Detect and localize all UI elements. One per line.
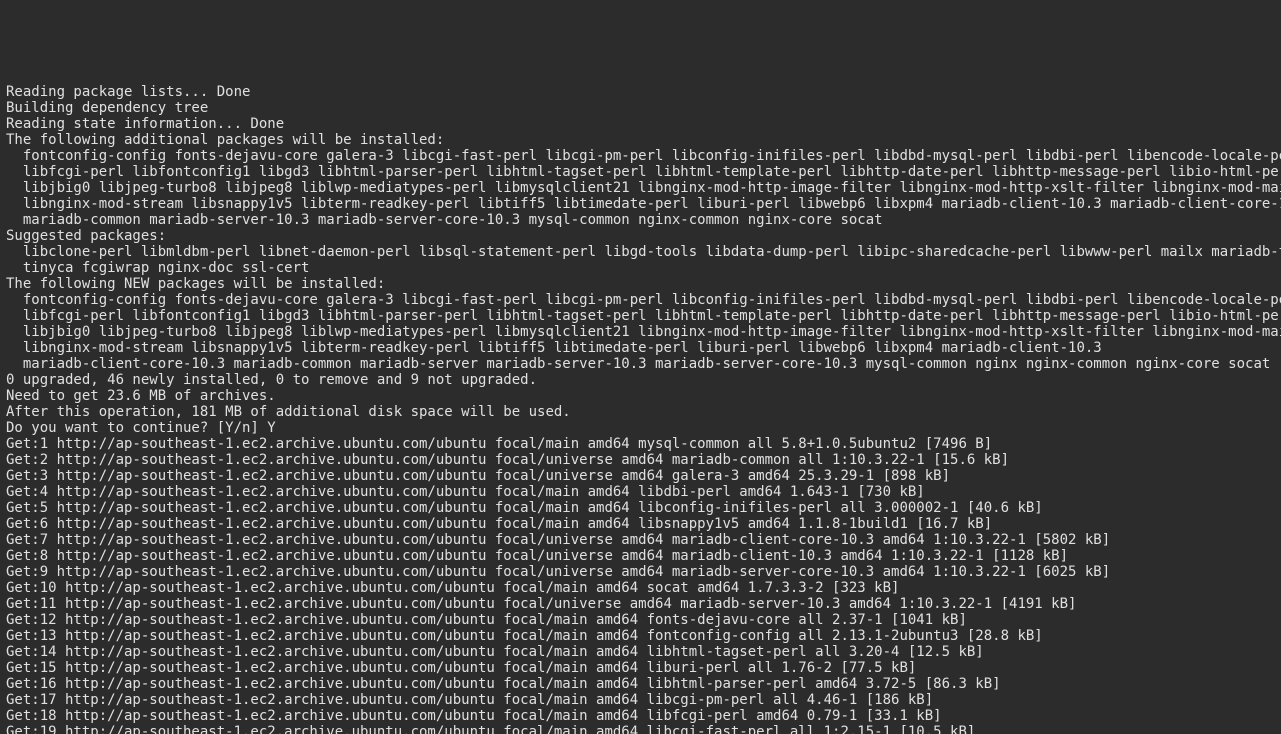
terminal-line: Get:8 http://ap-southeast-1.ec2.archive.… (6, 548, 1275, 564)
terminal-line: libjbig0 libjpeg-turbo8 libjpeg8 liblwp-… (6, 180, 1275, 196)
terminal-line: libfcgi-perl libfontconfig1 libgd3 libht… (6, 164, 1275, 180)
terminal-line: The following NEW packages will be insta… (6, 276, 1275, 292)
terminal-line: Get:7 http://ap-southeast-1.ec2.archive.… (6, 532, 1275, 548)
terminal-line: mariadb-common mariadb-server-10.3 maria… (6, 212, 1275, 228)
terminal-line: Get:12 http://ap-southeast-1.ec2.archive… (6, 612, 1275, 628)
terminal-line: The following additional packages will b… (6, 132, 1275, 148)
terminal-line: Reading package lists... Done (6, 84, 1275, 100)
terminal-line: Get:4 http://ap-southeast-1.ec2.archive.… (6, 484, 1275, 500)
terminal-line: fontconfig-config fonts-dejavu-core gale… (6, 148, 1275, 164)
terminal-line: libclone-perl libmldbm-perl libnet-daemo… (6, 244, 1275, 260)
terminal-line: Building dependency tree (6, 100, 1275, 116)
terminal-line: Get:19 http://ap-southeast-1.ec2.archive… (6, 724, 1275, 734)
terminal-line: 0 upgraded, 46 newly installed, 0 to rem… (6, 372, 1275, 388)
terminal-line: libjbig0 libjpeg-turbo8 libjpeg8 liblwp-… (6, 324, 1275, 340)
terminal-line: libnginx-mod-stream libsnappy1v5 libterm… (6, 196, 1275, 212)
terminal-line: Get:13 http://ap-southeast-1.ec2.archive… (6, 628, 1275, 644)
terminal-line: Get:3 http://ap-southeast-1.ec2.archive.… (6, 468, 1275, 484)
terminal-line: libnginx-mod-stream libsnappy1v5 libterm… (6, 340, 1275, 356)
terminal-line: mariadb-client-core-10.3 mariadb-common … (6, 356, 1275, 372)
terminal-line: Need to get 23.6 MB of archives. (6, 388, 1275, 404)
terminal-line: Get:9 http://ap-southeast-1.ec2.archive.… (6, 564, 1275, 580)
terminal-line: Do you want to continue? [Y/n] Y (6, 420, 1275, 436)
terminal-line: Get:18 http://ap-southeast-1.ec2.archive… (6, 708, 1275, 724)
terminal-line: Get:6 http://ap-southeast-1.ec2.archive.… (6, 516, 1275, 532)
terminal-line: Suggested packages: (6, 228, 1275, 244)
terminal-line: Get:2 http://ap-southeast-1.ec2.archive.… (6, 452, 1275, 468)
terminal-line: Get:5 http://ap-southeast-1.ec2.archive.… (6, 500, 1275, 516)
terminal-line: Get:16 http://ap-southeast-1.ec2.archive… (6, 676, 1275, 692)
terminal-line: Reading state information... Done (6, 116, 1275, 132)
terminal-output[interactable]: Reading package lists... DoneBuilding de… (0, 80, 1281, 734)
terminal-line: Get:14 http://ap-southeast-1.ec2.archive… (6, 644, 1275, 660)
terminal-line: Get:15 http://ap-southeast-1.ec2.archive… (6, 660, 1275, 676)
terminal-line: Get:17 http://ap-southeast-1.ec2.archive… (6, 692, 1275, 708)
terminal-line: Get:10 http://ap-southeast-1.ec2.archive… (6, 580, 1275, 596)
terminal-line: After this operation, 181 MB of addition… (6, 404, 1275, 420)
terminal-line: tinyca fcgiwrap nginx-doc ssl-cert (6, 260, 1275, 276)
terminal-line: Get:11 http://ap-southeast-1.ec2.archive… (6, 596, 1275, 612)
terminal-line: libfcgi-perl libfontconfig1 libgd3 libht… (6, 308, 1275, 324)
terminal-line: Get:1 http://ap-southeast-1.ec2.archive.… (6, 436, 1275, 452)
terminal-line: fontconfig-config fonts-dejavu-core gale… (6, 292, 1275, 308)
